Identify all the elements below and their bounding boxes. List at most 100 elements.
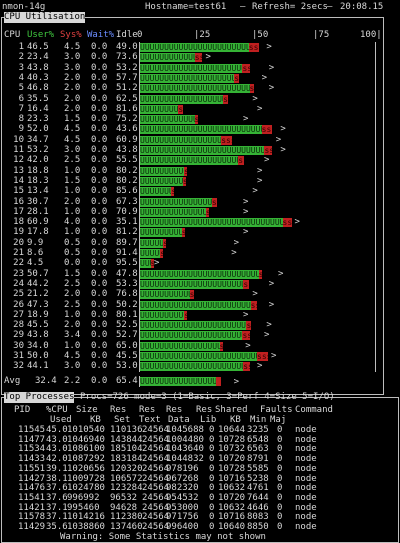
statistics-warning: Warning: Some Statistics may not shown [60, 532, 266, 542]
user-segment: UUUUUUUUUUUUUUUUUUUUUUUUUUUUUUUUUUUUUUUU… [140, 321, 247, 331]
cpu-sys: 3.0 [64, 361, 81, 372]
user-segment: UUUUUUUUUUUUUUUUUUUUUUUUUUUUUUUUUUUUUUUU… [140, 341, 220, 351]
avg-idle: 65.4 [116, 376, 138, 386]
sep-dash-2: — [327, 2, 333, 12]
user-segment: UUUUUUUUUUUUUUUUUUUUUUUUUUUUUUUUUUUUUUUU… [140, 310, 185, 320]
cpu-idle: 53.0 [116, 361, 138, 372]
cpu-panel-title: CPU Utilisation [4, 12, 86, 23]
avg-user: 32.4 [35, 376, 57, 386]
user-segment: UUUUUUUUUUUUUUUUUUUUUUUUUUUUUUUUUUUUUUUU… [140, 43, 249, 52]
sys-segment: sssss [282, 218, 292, 228]
user-segment: UUUUUUUUUUUUUUUUUUUUUUUUUUUUUUUUUUUUUUUU… [140, 84, 250, 94]
sys-segment: sssss [189, 290, 195, 300]
proc-command: node [295, 522, 317, 532]
user-segment: UUUUUUUUUUUUUUUUUUUUUUUUUUUUUUUUUUUUUUUU… [140, 187, 172, 197]
sys-segment: sssss [234, 73, 239, 83]
user-segment: UUUUUUUUUUUUUUUUUUUUUUUUUUUUUUUUUUUUUUUU… [140, 53, 195, 63]
avg-wait: 0.0 [91, 376, 108, 386]
sys-segment: sssss [205, 207, 209, 217]
col-user: User% [27, 30, 55, 40]
sys-segment: sssss [211, 197, 217, 207]
sys-segment: sssss [181, 228, 185, 238]
scale-25: |25 [194, 30, 211, 40]
col-cpu: CPU [4, 30, 21, 40]
user-segment: UUUUUUUUUUUUUUUUUUUUUUUUUUUUUUUUUUUUUUUU… [140, 207, 206, 217]
cpu-id: 32 [13, 361, 24, 372]
top-panel-title: Top Processes [4, 392, 75, 403]
avg-label: Avg [4, 376, 21, 386]
user-segment: UUUUUUUUUUUUUUUUUUUUUUUUUUUUUUUUUUUUUUUU… [140, 197, 212, 207]
sys-segment: sssss [258, 269, 263, 279]
sys-segment: sssss [183, 166, 187, 176]
avg-sys: 2.2 [64, 376, 81, 386]
user-segment: UUUUUUUUUUUUUUUUUUUUUUUUUUUUUUUUUUUUUUUU… [140, 331, 243, 341]
sys-segment: sssss [250, 300, 257, 310]
user-segment: UUUUUUUUUUUUUUUUUUUUUUUUUUUUUUUUUUUUUUUU… [140, 73, 235, 83]
scale-100: 100| [360, 30, 382, 40]
sys-segment: sssss [246, 321, 252, 331]
sys-segment: sssss [243, 279, 250, 289]
sys-segment: sssss [184, 310, 188, 320]
user-segment: UUUUUUUUUUUUUUUUUUUUUUUUUUUUUUUUUUUUUUUU… [140, 228, 182, 238]
cpu-wait: 0.0 [91, 361, 108, 372]
scale-50: |50 [252, 30, 269, 40]
procs-summary: Procs=726 mode=3 (1=Basic, 3=Perf 4=Size… [80, 392, 335, 402]
user-segment: UUUUUUUUUUUUUUUUUUUUUUUUUUUUUUUUUUUUUUUU… [140, 249, 161, 258]
user-segment: UUUUUUUUUUUUUUUUUUUUUUUUUUUUUUUUUUUUUUUU… [140, 259, 151, 269]
user-segment: UUUUUUUUUUUUUUUUUUUUUUUUUUUUUUUUUUUUUUUU… [140, 269, 259, 279]
sys-segment: sssss [257, 352, 268, 361]
sys-segment: sssss [194, 115, 199, 125]
sys-segment: sssss [171, 187, 175, 197]
sys-segment: sssss [261, 125, 273, 135]
col-wait: Wait% [87, 30, 115, 40]
avg-sys-segment [215, 377, 221, 386]
user-segment: UUUUUUUUUUUUUUUUUUUUUUUUUUUUUUUUUUUUUUUU… [140, 125, 262, 135]
user-segment: UUUUUUUUUUUUUUUUUUUUUUUUUUUUUUUUUUUUUUUU… [140, 218, 283, 228]
sys-segment: sssss [163, 238, 167, 248]
user-segment: UUUUUUUUUUUUUUUUUUUUUUUUUUUUUUUUUUUUUUUU… [140, 279, 244, 289]
col-idle: Idle [116, 30, 138, 40]
scale-75: |75 [313, 30, 330, 40]
user-segment: UUUUUUUUUUUUUUUUUUUUUUUUUUUUUUUUUUUUUUUU… [140, 104, 179, 114]
sys-segment: sssss [238, 156, 245, 166]
refresh-rate: Refresh= 2secs [252, 2, 328, 12]
sys-segment: sssss [248, 43, 260, 52]
cpu-avg-row: Avg 32.4 2.2 0.0 65.4 UUUUUUUUUUUUUUUUUU… [0, 376, 400, 387]
hostname: Hostname=test61 [145, 2, 227, 12]
user-segment: UUUUUUUUUUUUUUUUUUUUUUUUUUUUUUUUUUUUUUUU… [140, 115, 195, 125]
clock: 20:08.15 [340, 2, 384, 12]
user-segment: UUUUUUUUUUUUUUUUUUUUUUUUUUUUUUUUUUUUUUUU… [140, 166, 184, 176]
user-segment: UUUUUUUUUUUUUUUUUUUUUUUUUUUUUUUUUUUUUUUU… [140, 156, 239, 166]
user-segment: UUUUUUUUUUUUUUUUUUUUUUUUUUUUUUUUUUUUUUUU… [140, 94, 224, 104]
user-segment: UUUUUUUUUUUUUUUUUUUUUUUUUUUUUUUUUUUUUUUU… [140, 352, 257, 361]
sys-segment: sssss [243, 362, 251, 372]
proc-pid: 11429 [18, 522, 46, 532]
sys-segment: sssss [264, 146, 272, 155]
proc-faults-maj: 0 [277, 522, 283, 532]
cpu-header-row: CPU User% Sys% Wait% Idle 0 |25 |50 |75 … [0, 30, 400, 41]
sys-segment: sssss [242, 331, 251, 341]
sys-segment: sssss [182, 176, 187, 186]
peak-marker: > [257, 361, 263, 372]
sys-segment: sssss [178, 104, 184, 114]
sys-segment: sssss [219, 341, 223, 351]
user-segment: UUUUUUUUUUUUUUUUUUUUUUUUUUUUUUUUUUUUUUUU… [140, 362, 244, 372]
sys-segment: sssss [160, 249, 164, 258]
sys-segment: sssss [242, 63, 250, 73]
user-segment: UUUUUUUUUUUUUUUUUUUUUUUUUUUUUUUUUUUUUUUU… [140, 146, 265, 155]
sys-segment: sssss [194, 53, 202, 63]
avg-peak-marker: > [233, 377, 240, 387]
avg-user-segment: UUUUUUUUUUUUUUUUUUUUUUUUUUUUUUUUUUUUUUUU [140, 377, 216, 386]
sys-segment: sssss [221, 135, 232, 145]
user-segment: UUUUUUUUUUUUUUUUUUUUUUUUUUUUUUUUUUUUUUUU… [140, 176, 183, 186]
user-segment: UUUUUUUUUUUUUUUUUUUUUUUUUUUUUUUUUUUUUUUU… [140, 135, 222, 145]
cpu-user: 44.1 [27, 361, 49, 372]
user-segment: UUUUUUUUUUUUUUUUUUUUUUUUUUUUUUUUUUUUUUUU… [140, 63, 243, 73]
cpu-row: 3244.1 3.0 0.0 53.0UUUUUUUUUUUUUUUUUUUUUUUU… [0, 361, 400, 372]
sep-dash-1: — [240, 2, 246, 12]
col-sys: Sys% [60, 30, 82, 40]
user-segment: UUUUUUUUUUUUUUUUUUUUUUUUUUUUUUUUUUUUUUUU… [140, 238, 164, 248]
scale-0: 0 [137, 30, 143, 40]
user-segment: UUUUUUUUUUUUUUUUUUUUUUUUUUUUUUUUUUUUUUUU… [140, 300, 251, 310]
sys-segment: sssss [223, 94, 228, 104]
